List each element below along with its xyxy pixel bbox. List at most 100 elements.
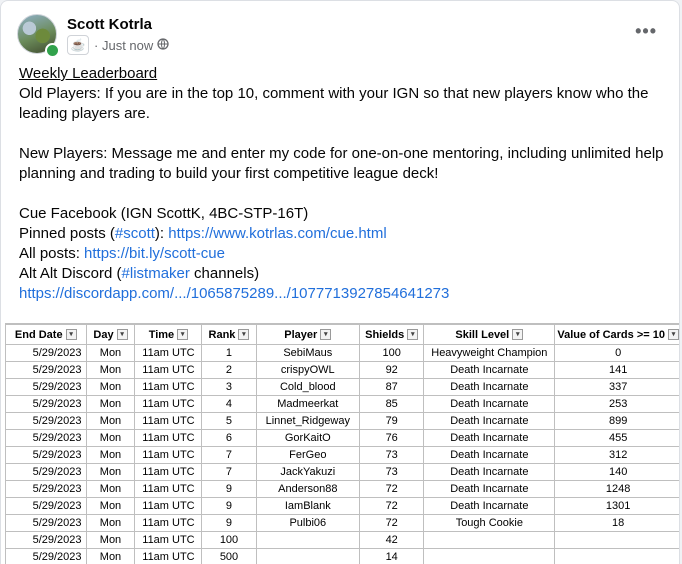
table-row: 5/29/2023 Mon 11am UTC 7 FerGeo 73 Death Incar… — [5, 446, 679, 464]
old-players-text: Old Players: If you are in the top 10, c… — [19, 85, 649, 122]
time-cell: 11am UTC — [134, 548, 203, 564]
shields-cell: 76 — [359, 429, 425, 447]
table-row: 5/29/2023 Mon 11am UTC 6 GorKaitO 76 Death Inc… — [5, 429, 679, 447]
end-date-cell: 5/29/2023 — [5, 514, 87, 532]
col-day: Day ▾ — [85, 324, 136, 345]
shields-cell: 72 — [359, 480, 425, 498]
value-cell: 0 — [554, 344, 679, 362]
shields-cell: 87 — [359, 378, 425, 396]
day-cell: Mon — [85, 463, 136, 481]
pinned-posts-link[interactable]: https://www.kotrlas.com/cue.html — [168, 225, 386, 242]
table-row: 5/29/2023 Mon 11am UTC 7 JackYakuzi 73 Death I… — [5, 463, 679, 481]
rank-cell: 9 — [201, 497, 257, 515]
skill-level-cell: Death Incarnate — [423, 429, 556, 447]
dropdown-icon[interactable]: ▾ — [512, 329, 524, 340]
table-row: 5/29/2023 Mon 11am UTC 3 Cold_blood 87 Death I… — [5, 378, 679, 396]
rank-cell: 7 — [201, 463, 257, 481]
day-cell: Mon — [85, 412, 136, 430]
dropdown-icon[interactable]: ▾ — [407, 329, 419, 340]
timestamp[interactable]: Just now — [102, 38, 153, 53]
pinned-posts-line: Pinned posts (#scott): https://www.kotrl… — [19, 225, 387, 242]
all-posts-link[interactable]: https://bit.ly/scott-cue — [84, 245, 225, 262]
cue-facebook-text: Cue Facebook (IGN ScottK, 4BC-STP-16T) — [19, 205, 309, 222]
time-cell: 11am UTC — [134, 395, 203, 413]
player-cell: Cold_blood — [255, 378, 361, 396]
skill-level-cell: Tough Cookie — [423, 514, 556, 532]
post-card: Scott Kotrla ☕ · Just now ••• Weekly Lea… — [0, 0, 680, 564]
value-cell: 337 — [554, 378, 679, 396]
rank-cell: 2 — [201, 361, 257, 379]
rank-cell: 4 — [201, 395, 257, 413]
globe-icon[interactable] — [157, 37, 169, 53]
skill-level-cell: Death Incarnate — [423, 395, 556, 413]
filter-icon[interactable]: ▾ — [177, 329, 189, 340]
new-players-text: New Players: Message me and enter my cod… — [19, 145, 664, 182]
rank-cell: 500 — [201, 548, 257, 564]
player-cell: GorKaitO — [255, 429, 361, 447]
value-cell: 312 — [554, 446, 679, 464]
dropdown-icon[interactable]: ▾ — [238, 329, 250, 340]
end-date-cell: 5/29/2023 — [5, 497, 87, 515]
day-cell: Mon — [85, 344, 136, 362]
col-shields: Shields ▾ — [359, 324, 425, 345]
player-cell: IamBlank — [255, 497, 361, 515]
day-cell: Mon — [85, 395, 136, 413]
table-row: 5/29/2023 Mon 11am UTC 9 Anderson88 72 Death I… — [5, 480, 679, 498]
hashtag-listmaker-link[interactable]: #listmaker — [122, 265, 190, 282]
end-date-cell: 5/29/2023 — [5, 395, 87, 413]
value-cell: 253 — [554, 395, 679, 413]
end-date-cell: 5/29/2023 — [5, 480, 87, 498]
author-name[interactable]: Scott Kotrla — [67, 16, 152, 33]
day-cell: Mon — [85, 480, 136, 498]
time-cell: 11am UTC — [134, 497, 203, 515]
shields-cell: 42 — [359, 531, 425, 549]
value-cell: 899 — [554, 412, 679, 430]
leaderboard-image[interactable]: End Date ▾ Day ▾ Time ▾ Rank ▾ Player ▾ Shiel… — [5, 323, 679, 564]
online-status-dot — [45, 43, 60, 58]
skill-level-cell: Death Incarnate — [423, 480, 556, 498]
all-posts-line: All posts: https://bit.ly/scott-cue — [19, 245, 225, 262]
more-options-icon[interactable]: ••• — [635, 21, 657, 42]
shields-cell: 100 — [359, 344, 425, 362]
dropdown-icon[interactable]: ▾ — [667, 329, 679, 340]
filter-icon[interactable]: ▾ — [65, 329, 77, 340]
table-row: 5/29/2023 Mon 11am UTC 1 SebiMaus 100 Heavywei… — [5, 344, 679, 362]
table-row: 5/29/2023 Mon 11am UTC 5 Linnet_Ridgeway 79 De… — [5, 412, 679, 430]
skill-level-cell: Death Incarnate — [423, 378, 556, 396]
end-date-cell: 5/29/2023 — [5, 378, 87, 396]
day-cell: Mon — [85, 378, 136, 396]
coffee-icon[interactable]: ☕ — [67, 35, 89, 55]
table-row: 5/29/2023 Mon 11am UTC 9 IamBlank 72 Death Inc… — [5, 497, 679, 515]
post-title: Weekly Leaderboard — [19, 65, 158, 82]
leaderboard-table: End Date ▾ Day ▾ Time ▾ Rank ▾ Player ▾ Shiel… — [5, 324, 679, 564]
player-cell: FerGeo — [255, 446, 361, 464]
shields-cell: 85 — [359, 395, 425, 413]
discord-link[interactable]: https://discordapp.com/.../1065875289...… — [19, 285, 449, 302]
value-cell: 140 — [554, 463, 679, 481]
filter-icon[interactable]: ▾ — [116, 329, 128, 340]
col-value-of-cards: Value of Cards >= 10 ▾ — [554, 324, 679, 345]
post-body: Weekly Leaderboard Old Players: If you a… — [19, 64, 669, 304]
day-cell: Mon — [85, 361, 136, 379]
table-row: 5/29/2023 Mon 11am UTC 500 14 — [5, 548, 679, 564]
dropdown-icon[interactable]: ▾ — [320, 329, 332, 340]
col-rank: Rank ▾ — [201, 324, 257, 345]
shields-cell: 72 — [359, 497, 425, 515]
end-date-cell: 5/29/2023 — [5, 463, 87, 481]
time-cell: 11am UTC — [134, 429, 203, 447]
col-end-date: End Date ▾ — [5, 324, 87, 345]
day-cell: Mon — [85, 531, 136, 549]
skill-level-cell: Death Incarnate — [423, 497, 556, 515]
shields-cell: 92 — [359, 361, 425, 379]
rank-cell: 5 — [201, 412, 257, 430]
value-cell: 141 — [554, 361, 679, 379]
time-cell: 11am UTC — [134, 378, 203, 396]
value-cell: 1301 — [554, 497, 679, 515]
end-date-cell: 5/29/2023 — [5, 412, 87, 430]
day-cell: Mon — [85, 514, 136, 532]
time-cell: 11am UTC — [134, 514, 203, 532]
time-cell: 11am UTC — [134, 531, 203, 549]
hashtag-scott-link[interactable]: #scott — [115, 225, 155, 242]
player-cell — [255, 531, 361, 549]
shields-cell: 14 — [359, 548, 425, 564]
